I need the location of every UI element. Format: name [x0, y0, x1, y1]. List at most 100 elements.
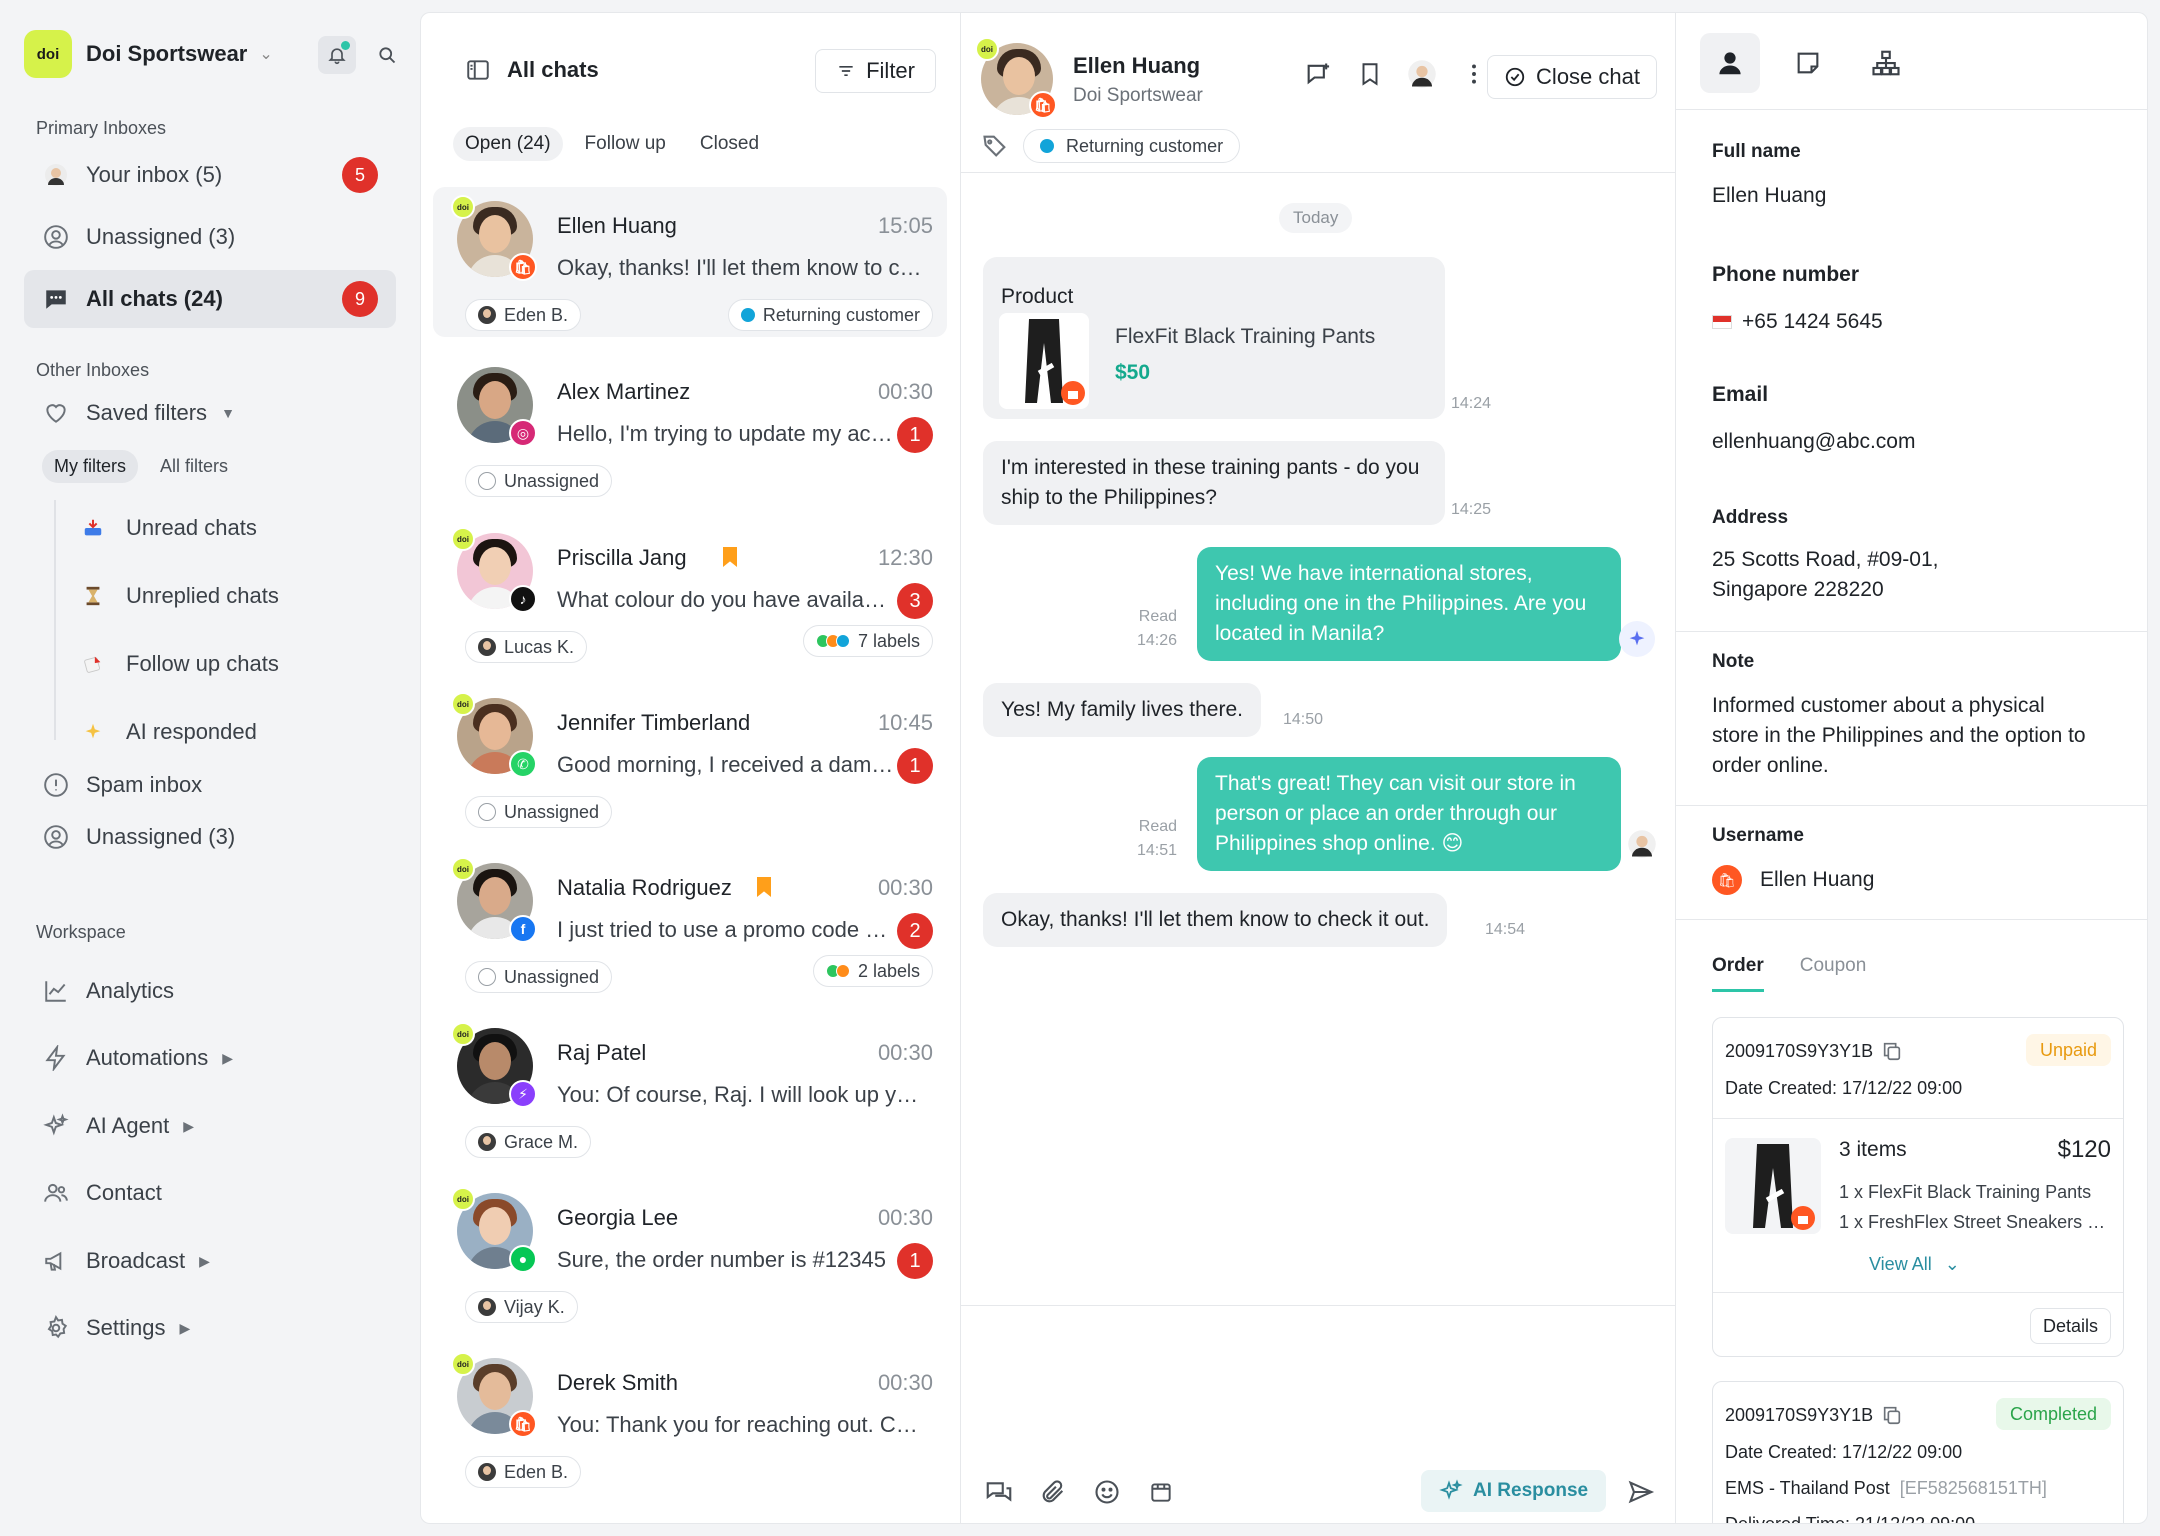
filter-item-label: Unreplied chats [126, 583, 279, 608]
close-chat-button[interactable]: Close chat [1487, 55, 1657, 99]
sidebar-item-label: Unassigned (3) [86, 224, 236, 249]
sidebar-item-ai-agent[interactable]: AI Agent ▶ [24, 1097, 396, 1155]
message-composer[interactable]: AI Response [961, 1305, 1677, 1525]
tab-order[interactable]: Order [1712, 955, 1764, 992]
order-details-button[interactable]: Details [2029, 1308, 2111, 1344]
assignee-chip[interactable]: Unassigned [465, 796, 613, 828]
conversation-item[interactable]: doi ● Georgia Lee 00:30 Sure, the order … [433, 1179, 947, 1329]
tab-my-filters[interactable]: My filters [42, 450, 138, 483]
tab-all-filters[interactable]: All filters [148, 450, 240, 483]
conversation-item[interactable]: doi 🛍 Ellen Huang 15:05 Okay, thanks! I'… [433, 187, 947, 337]
filter-item-unread[interactable]: Unread chats [80, 506, 257, 550]
conversation-item[interactable]: doi ⚡ Raj Patel 00:30 You: Of course, Ra… [433, 1014, 947, 1164]
send-icon [1628, 1480, 1655, 1504]
sidebar-item-label: AI Agent [86, 1113, 170, 1138]
conversation-item[interactable]: ◎ Alex Martinez 00:30 Hello, I'm trying … [433, 353, 947, 503]
contact-name: Georgia Lee [557, 1205, 679, 1230]
sidebar-item-all-chats[interactable]: All chats (24) 9 [24, 270, 396, 328]
conversation-item[interactable]: doi ♪ Priscilla Jang 12:30 What colour d… [433, 519, 947, 669]
contact-avatar: doi f [451, 857, 537, 943]
attach-button[interactable] [1037, 1476, 1069, 1508]
whatsapp-icon: ✆ [509, 750, 537, 778]
labels-chip[interactable]: 7 labels [802, 625, 933, 657]
caret-down-icon: ▼ [221, 405, 235, 421]
message-time: 00:30 [877, 1370, 933, 1395]
read-label: Read [1138, 818, 1178, 835]
product-card-label: Product [1001, 285, 1074, 308]
conversation-item[interactable]: doi 🛍 Derek Smith 00:30 You: Thank you f… [433, 1344, 947, 1494]
ai-response-button[interactable]: AI Response [1421, 1470, 1607, 1512]
tab-hierarchy[interactable] [1856, 33, 1916, 93]
shop-channel-icon: 🛍 [1029, 91, 1057, 119]
filter-button[interactable]: Filter [815, 49, 936, 93]
sidebar-toggle-icon[interactable] [465, 57, 491, 83]
bookmark-button[interactable] [1355, 59, 1385, 89]
emoji-button[interactable] [1091, 1476, 1123, 1508]
assignee-name: Unassigned [504, 801, 600, 822]
assignee-chip[interactable]: Eden B. [465, 1456, 582, 1488]
order-tabs: Order Coupon [1712, 955, 1866, 992]
view-all-link[interactable]: View All ⌄ [1869, 1254, 1960, 1275]
copy-icon[interactable] [1881, 1404, 1903, 1426]
sidebar-item-your-inbox[interactable]: Your inbox (5) 5 [24, 146, 396, 204]
customer-tag[interactable]: Returning customer [1023, 129, 1241, 163]
sidebar-item-analytics[interactable]: Analytics [24, 962, 396, 1020]
assignee-chip[interactable]: Vijay K. [465, 1291, 578, 1323]
sidebar-item-saved-filters[interactable]: Saved filters ▼ [24, 384, 396, 442]
close-chat-label: Close chat [1536, 64, 1640, 89]
conversation-item[interactable]: doi f Natalia Rodriguez 00:30 I just tri… [433, 849, 947, 999]
contact-avatar: doi 🛍 [975, 37, 1057, 119]
more-options-button[interactable] [1459, 59, 1489, 89]
follow-up-button[interactable] [1303, 59, 1333, 89]
contact-name: Raj Patel [557, 1040, 647, 1065]
labels-chip[interactable]: 2 labels [812, 955, 933, 987]
unassigned-icon [478, 803, 496, 821]
notifications-button[interactable] [318, 36, 356, 74]
sidebar-item-spam[interactable]: Spam inbox [24, 756, 396, 814]
assignee-avatar [478, 638, 496, 656]
tab-follow-up[interactable]: Follow up [573, 127, 678, 161]
sidebar-item-unassigned-2[interactable]: Unassigned (3) [24, 808, 396, 866]
product-card[interactable]: Product FlexFit Black Training Pants $50 [983, 257, 1445, 419]
send-button[interactable] [1625, 1476, 1657, 1508]
message-preview: What colour do you have available for th… [557, 587, 897, 612]
assignee-chip[interactable]: Unassigned [465, 465, 613, 497]
tag-label: Returning customer [1066, 135, 1224, 156]
tracking-number[interactable]: [EF582568151TH] [1900, 1478, 2047, 1498]
phone-label: Phone number [1712, 263, 1860, 286]
assignee-button[interactable] [1407, 59, 1437, 89]
search-button[interactable] [368, 36, 406, 74]
label-chip[interactable]: Returning customer [727, 299, 933, 331]
assignee-chip[interactable]: Grace M. [465, 1126, 592, 1158]
tab-notes[interactable] [1778, 33, 1838, 93]
conversation-item[interactable]: doi ✆ Jennifer Timberland 10:45 Good mor… [433, 684, 947, 834]
tab-contact-info[interactable] [1700, 33, 1760, 93]
tag-icon[interactable] [981, 132, 1009, 160]
filter-item-unreplied[interactable]: Unreplied chats [80, 574, 279, 618]
notification-dot [341, 41, 350, 50]
tab-coupon[interactable]: Coupon [1800, 955, 1867, 992]
sidebar-item-unassigned[interactable]: Unassigned (3) [24, 208, 396, 266]
filter-tabs: My filters All filters [42, 450, 240, 483]
tab-closed[interactable]: Closed [688, 127, 771, 161]
order-status-badge: Completed [1995, 1398, 2111, 1430]
singapore-flag-icon [1712, 315, 1732, 330]
workspace-switcher[interactable]: doi Doi Sportswear ⌄ [24, 28, 273, 80]
sidebar-item-broadcast[interactable]: Broadcast ▶ [24, 1232, 396, 1290]
copy-icon[interactable] [1881, 1040, 1903, 1062]
filter-item-ai-responded[interactable]: AI responded [80, 710, 257, 754]
assignee-chip[interactable]: Unassigned [465, 961, 613, 993]
shipping-carrier: EMS - Thailand Post [EF582568151TH] [1725, 1478, 2047, 1499]
assignee-chip[interactable]: Eden B. [465, 299, 582, 331]
chat-bubble-plus-icon [1307, 63, 1330, 85]
user-icon [1719, 52, 1741, 75]
tab-open[interactable]: Open (24) [453, 127, 563, 161]
sidebar-item-settings[interactable]: Settings ▶ [24, 1299, 396, 1357]
assignee-chip[interactable]: Lucas K. [465, 631, 588, 663]
sidebar-item-automations[interactable]: Automations ▶ [24, 1029, 396, 1087]
quick-replies-button[interactable] [983, 1476, 1015, 1508]
sidebar-item-contact[interactable]: Contact [24, 1164, 396, 1222]
conversation-panel: doi 🛍 Ellen Huang Doi Sportswear Close c… [960, 12, 1677, 1525]
catalog-button[interactable] [1145, 1476, 1177, 1508]
filter-item-follow-up[interactable]: Follow up chats [80, 642, 279, 686]
